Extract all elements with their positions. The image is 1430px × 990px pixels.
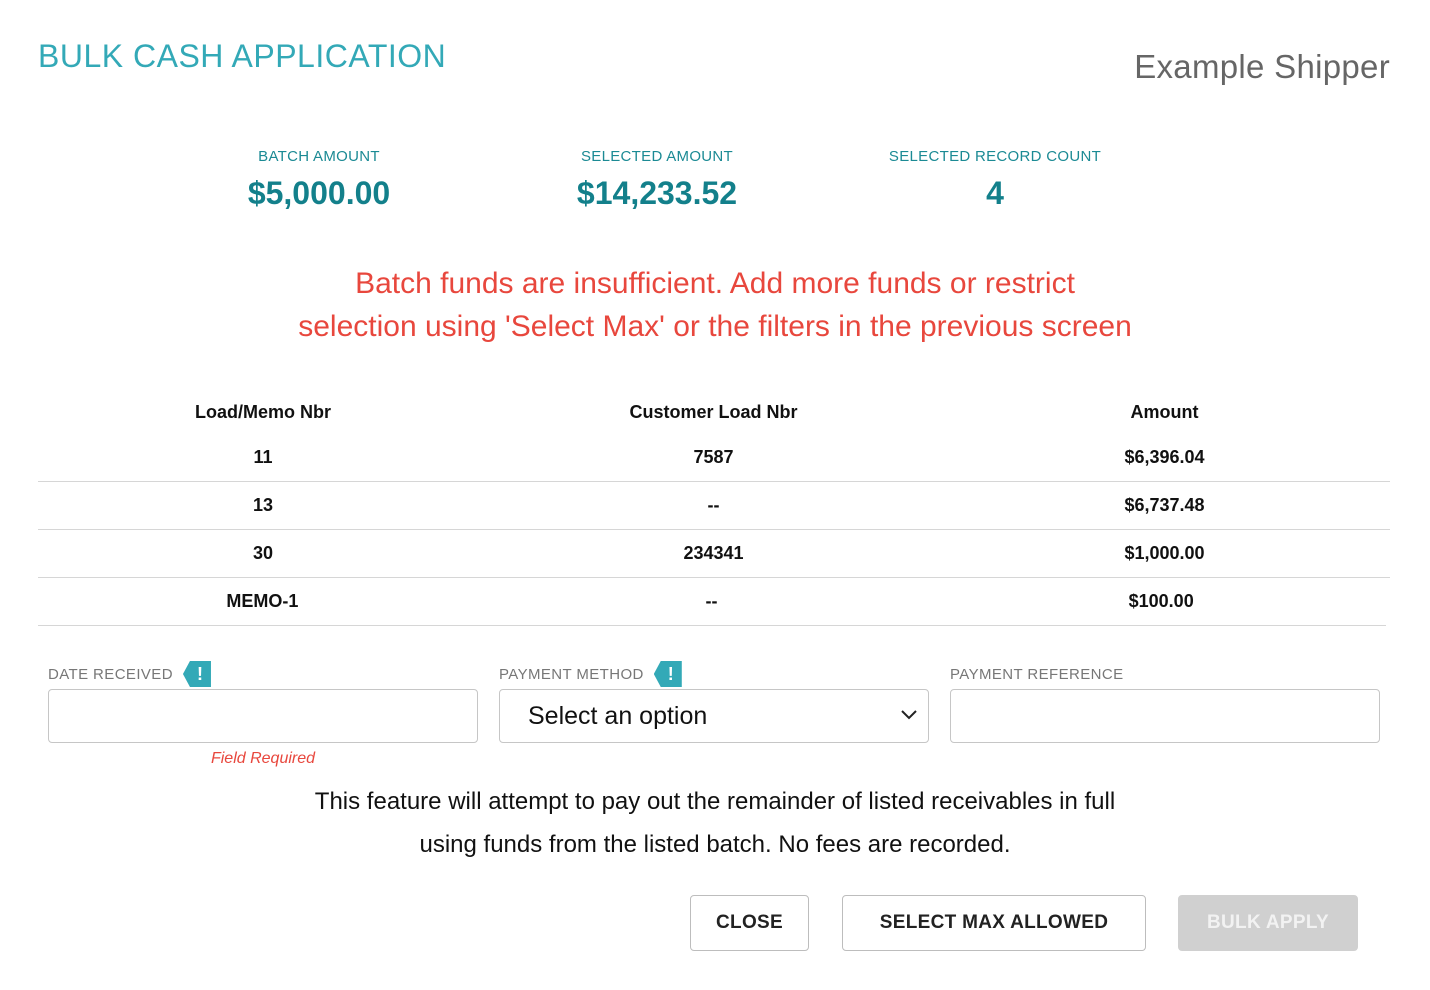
table-row[interactable]: MEMO-1 -- $100.00	[38, 578, 1386, 626]
table-row[interactable]: 13 -- $6,737.48	[38, 482, 1390, 530]
cell-amount: $6,396.04	[1124, 447, 1205, 467]
cell-load-memo-nbr: MEMO-1	[226, 591, 299, 611]
payment-method-selected: Select an option	[528, 701, 708, 730]
column-header-customer-load-nbr[interactable]: Customer Load Nbr	[488, 402, 939, 423]
note-line: This feature will attempt to pay out the…	[314, 788, 1116, 815]
summary-stats: BATCH AMOUNT $5,000.00 SELECTED AMOUNT $…	[0, 148, 1430, 228]
payment-reference-group: PAYMENT REFERENCE	[950, 660, 1380, 743]
receivables-table: Load/Memo Nbr Customer Load Nbr Amount 1…	[38, 390, 1390, 626]
stat-value: $14,233.52	[576, 175, 738, 211]
chevron-down-icon	[901, 710, 917, 720]
field-label-row: PAYMENT REFERENCE	[950, 660, 1380, 688]
table-header: Load/Memo Nbr Customer Load Nbr Amount	[38, 390, 1390, 434]
required-flag-icon: !	[653, 661, 682, 687]
page-title: BULK CASH APPLICATION	[38, 38, 447, 74]
payment-reference-input[interactable]	[950, 689, 1380, 743]
date-received-label: DATE RECEIVED	[48, 665, 173, 683]
stat-selected-record-count: SELECTED RECORD COUNT 4	[845, 148, 1145, 212]
cell-customer-load-nbr: --	[705, 591, 718, 611]
date-received-input[interactable]	[48, 689, 478, 743]
stat-label: SELECTED AMOUNT	[580, 148, 734, 165]
cell-amount: $100.00	[1128, 591, 1194, 611]
stat-value: 4	[986, 175, 1004, 211]
payment-method-label: PAYMENT METHOD	[499, 665, 644, 683]
stat-label: BATCH AMOUNT	[258, 148, 380, 165]
column-header-load-memo-nbr[interactable]: Load/Memo Nbr	[38, 402, 488, 423]
feature-note: This feature will attempt to pay out the…	[0, 780, 1430, 866]
bulk-apply-button[interactable]: BULK APPLY	[1178, 895, 1358, 951]
company-name: Example Shipper	[1134, 48, 1390, 85]
payment-method-group: PAYMENT METHOD ! Select an option	[499, 660, 929, 743]
cell-amount: $1,000.00	[1124, 543, 1205, 563]
stat-value: $5,000.00	[247, 175, 391, 211]
stat-batch-amount: BATCH AMOUNT $5,000.00	[169, 148, 469, 212]
stat-label: SELECTED RECORD COUNT	[888, 148, 1102, 165]
field-label-row: DATE RECEIVED !	[48, 660, 478, 688]
cell-customer-load-nbr: 234341	[683, 543, 744, 563]
cell-customer-load-nbr: 7587	[693, 447, 734, 467]
field-required-error: Field Required	[210, 750, 316, 767]
select-max-allowed-button[interactable]: SELECT MAX ALLOWED	[842, 895, 1146, 951]
note-line: using funds from the listed batch. No fe…	[419, 831, 1011, 858]
cell-customer-load-nbr: --	[707, 495, 720, 515]
warning-line: Batch funds are insufficient. Add more f…	[355, 267, 1075, 300]
warning-line: selection using 'Select Max' or the filt…	[298, 310, 1132, 343]
payment-reference-label: PAYMENT REFERENCE	[950, 665, 1124, 683]
required-flag-icon: !	[182, 661, 211, 687]
cell-load-memo-nbr: 13	[252, 495, 274, 515]
column-header-amount[interactable]: Amount	[939, 402, 1390, 423]
close-button[interactable]: CLOSE	[690, 895, 809, 951]
cell-load-memo-nbr: 30	[252, 543, 274, 563]
payment-method-select[interactable]: Select an option	[499, 689, 929, 743]
cell-load-memo-nbr: 11	[253, 447, 273, 467]
date-received-group: DATE RECEIVED !	[48, 660, 478, 743]
table-row[interactable]: 30 234341 $1,000.00	[38, 530, 1390, 578]
table-row[interactable]: 11 7587 $6,396.04	[38, 434, 1390, 482]
stat-selected-amount: SELECTED AMOUNT $14,233.52	[507, 148, 807, 212]
field-label-row: PAYMENT METHOD !	[499, 660, 929, 688]
insufficient-funds-warning: Batch funds are insufficient. Add more f…	[0, 262, 1430, 348]
cell-amount: $6,737.48	[1124, 495, 1205, 515]
